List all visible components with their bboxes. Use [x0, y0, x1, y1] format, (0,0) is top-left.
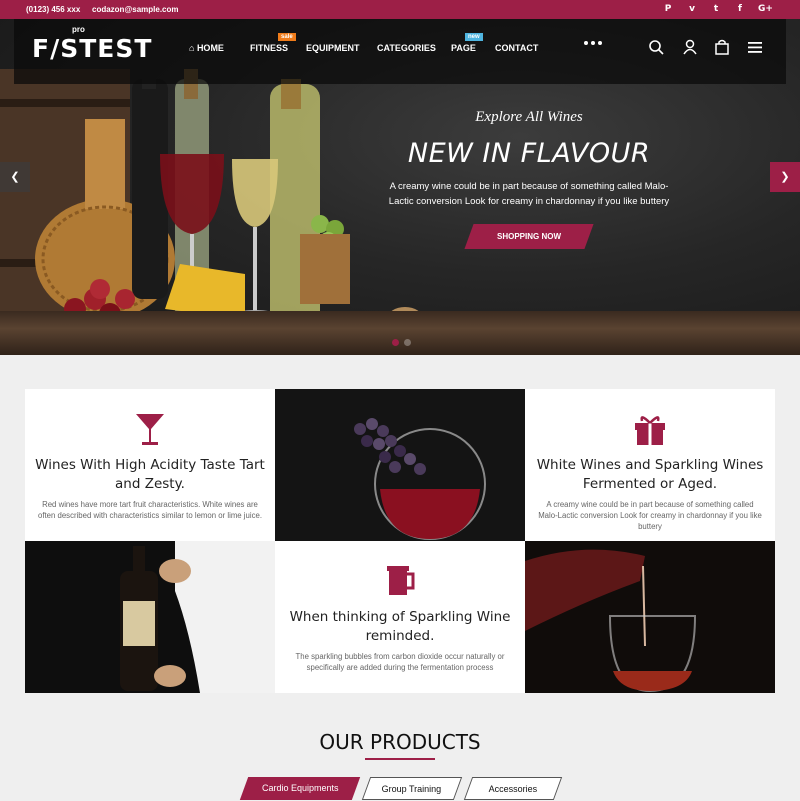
feature-title: Wines With High Acidity Taste Tart and Z…	[35, 457, 265, 492]
slider-prev-button[interactable]: ❮	[0, 162, 30, 192]
nav-page[interactable]: PAGE new	[451, 33, 483, 53]
pouring-wine-illustration	[525, 541, 775, 693]
chevron-left-icon: ❮	[10, 171, 20, 183]
feature-title: White Wines and Sparkling Wines Fermente…	[536, 457, 764, 492]
search-icon[interactable]	[648, 39, 664, 55]
feature-text: Red wines have more tart fruit character…	[37, 500, 263, 520]
nav-page-label: PAGE	[451, 43, 476, 53]
main-navbar: F/STEST pro ⌂ HOME FITNESS sale EQUIPMEN…	[14, 19, 786, 84]
email-address[interactable]: codazon@sample.com	[92, 5, 179, 14]
pinterest-icon[interactable]: P	[662, 3, 674, 15]
shopping-now-label: SHOPPING NOW	[496, 232, 561, 241]
nav-home[interactable]: ⌂ HOME	[189, 43, 224, 53]
tab-label: Group Training	[381, 784, 442, 794]
shopping-bag-icon[interactable]	[714, 39, 730, 55]
wooden-table	[0, 311, 800, 355]
nav-categories[interactable]: CATEGORIES	[377, 43, 436, 53]
tab-accessories[interactable]: Accessories	[463, 777, 563, 800]
tab-cardio-equipments[interactable]: Cardio Equipments	[239, 777, 361, 800]
feature-card-sparkling: When thinking of Sparkling Wine reminded…	[275, 541, 525, 693]
nav-fitness-label: FITNESS	[250, 43, 289, 53]
hero-subtitle: Explore All Wines	[475, 109, 583, 125]
vimeo-icon[interactable]: v	[686, 3, 698, 15]
tab-label: Cardio Equipments	[261, 783, 339, 793]
sale-badge: sale	[278, 33, 296, 41]
hamburger-menu-icon[interactable]	[747, 39, 763, 55]
hero-description: A creamy wine could be in part because o…	[388, 181, 670, 207]
more-dots-icon[interactable]	[584, 41, 602, 45]
waiter-bottle-illustration	[25, 541, 275, 693]
wine-glass-icon	[136, 414, 164, 445]
user-icon[interactable]	[682, 39, 698, 55]
hero-caption: Explore All Wines NEW IN FLAVOUR A cream…	[378, 109, 680, 249]
heading-underline	[365, 758, 435, 760]
new-badge: new	[465, 33, 483, 41]
gift-icon	[635, 416, 665, 445]
logo-pro-label: pro	[72, 25, 85, 34]
feature-card-acidity: Wines With High Acidity Taste Tart and Z…	[25, 389, 275, 541]
beer-mug-icon	[387, 566, 415, 595]
top-bar: (0123) 456 xxx codazon@sample.com P v t …	[0, 0, 800, 19]
chevron-right-icon: ❯	[780, 171, 790, 183]
feature-grid: Wines With High Acidity Taste Tart and Z…	[25, 389, 775, 693]
google-plus-icon[interactable]: G+	[758, 3, 773, 15]
feature-text: A creamy wine could be in part because o…	[538, 500, 762, 531]
products-heading: OUR PRODUCTS	[319, 730, 481, 754]
slider-dot[interactable]	[392, 339, 399, 346]
twitter-icon[interactable]: t	[710, 3, 722, 15]
nav-home-label: HOME	[196, 43, 224, 53]
phone-number: (0123) 456 xxx	[26, 5, 81, 14]
nav-fitness[interactable]: FITNESS sale	[250, 33, 296, 53]
slider-dots	[392, 339, 411, 346]
slider-dot[interactable]	[404, 339, 411, 346]
shopping-now-button[interactable]: SHOPPING NOW	[464, 224, 594, 249]
feature-title: When thinking of Sparkling Wine reminded…	[289, 609, 511, 644]
facebook-icon[interactable]: f	[734, 3, 746, 15]
pouring-wine-image	[525, 541, 775, 693]
social-links: P v t f G+	[662, 3, 773, 15]
grapes-glass-illustration	[275, 389, 525, 541]
grapes-glass-image	[275, 389, 525, 541]
tab-label: Accessories	[488, 784, 537, 794]
nav-equipment[interactable]: EQUIPMENT	[306, 43, 360, 53]
feature-card-white-wines: White Wines and Sparkling Wines Fermente…	[525, 389, 775, 541]
waiter-bottle-image	[25, 541, 275, 693]
site-logo[interactable]: F/STEST	[32, 34, 152, 63]
hero-title: NEW IN FLAVOUR	[407, 138, 651, 169]
nav-contact[interactable]: CONTACT	[495, 43, 538, 53]
feature-text: The sparkling bubbles from carbon dioxid…	[295, 652, 505, 672]
tab-group-training[interactable]: Group Training	[361, 777, 463, 800]
slider-next-button[interactable]: ❯	[770, 162, 800, 192]
